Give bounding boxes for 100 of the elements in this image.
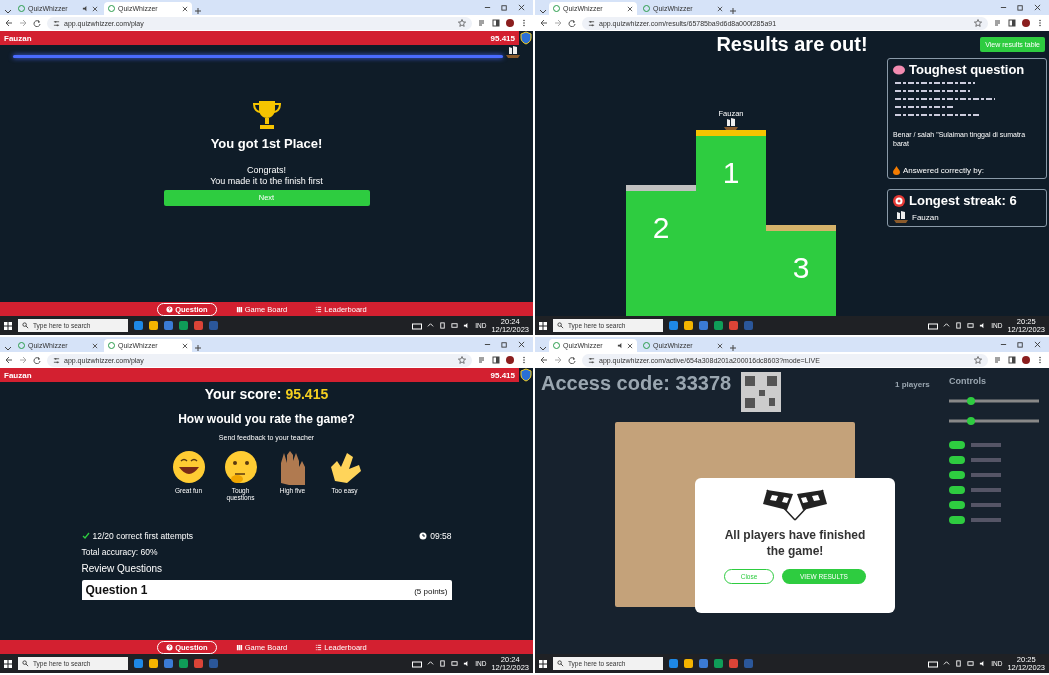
minimize-icon[interactable] — [1000, 4, 1007, 11]
windows-start-icon[interactable] — [4, 321, 12, 330]
close-icon[interactable] — [627, 342, 633, 349]
restore-icon[interactable] — [501, 341, 508, 348]
close-icon[interactable] — [717, 342, 723, 349]
sidebar-icon[interactable] — [1008, 356, 1016, 364]
back-icon[interactable] — [5, 19, 13, 27]
star-icon[interactable] — [974, 356, 982, 364]
podium-block: 2 — [626, 191, 696, 316]
battery-icon[interactable] — [955, 322, 963, 329]
list-icon — [315, 305, 323, 313]
ship-icon — [893, 211, 909, 224]
media-icon[interactable] — [478, 356, 486, 364]
profile-avatar[interactable] — [1022, 356, 1030, 364]
star-icon[interactable] — [974, 19, 982, 27]
restore-icon[interactable] — [501, 4, 508, 11]
reload-icon[interactable] — [33, 356, 41, 364]
close-icon[interactable] — [182, 342, 188, 349]
question-title: Question 1 — [85, 583, 148, 597]
reload-icon[interactable] — [568, 356, 576, 364]
site-settings-icon — [588, 356, 595, 364]
keyboard-icon[interactable] — [928, 659, 939, 668]
back-icon[interactable] — [540, 19, 548, 27]
close-icon[interactable] — [1034, 341, 1041, 348]
close-icon[interactable] — [717, 5, 723, 12]
restore-icon[interactable] — [1017, 341, 1024, 348]
profile-avatar[interactable] — [1022, 19, 1030, 27]
reload-icon[interactable] — [568, 19, 576, 27]
new-tab-icon[interactable] — [729, 7, 737, 15]
profile-avatar[interactable] — [506, 356, 514, 364]
windows-start-icon[interactable] — [539, 321, 547, 330]
minimize-icon[interactable] — [1000, 341, 1007, 348]
new-tab-icon[interactable] — [194, 344, 202, 352]
tab-list-icon[interactable] — [539, 7, 547, 15]
star-icon[interactable] — [458, 356, 466, 364]
media-icon[interactable] — [478, 19, 486, 27]
close-icon[interactable] — [92, 342, 98, 349]
place-heading: You got 1st Place! — [210, 136, 323, 151]
finish-message: You made it to the finish first — [210, 175, 323, 187]
access-code-text: Access code: 33378 — [541, 372, 732, 395]
close-icon[interactable] — [518, 4, 525, 11]
player-score: 95.415 — [490, 370, 515, 380]
network-icon[interactable] — [451, 322, 459, 329]
battery-icon[interactable] — [439, 322, 447, 329]
keyboard-icon[interactable] — [928, 321, 939, 330]
chevron-up-icon[interactable] — [943, 322, 951, 329]
media-icon[interactable] — [994, 356, 1002, 364]
new-tab-icon[interactable] — [194, 7, 202, 15]
board-icon — [235, 305, 243, 313]
site-settings-icon — [588, 19, 595, 27]
keyboard-icon[interactable] — [412, 321, 423, 330]
check-icon — [81, 532, 90, 540]
sidebar-icon[interactable] — [1008, 19, 1016, 27]
card-title: Longest streak: 6 — [909, 193, 1017, 209]
windows-start-icon[interactable] — [4, 659, 12, 668]
tab-list-icon[interactable] — [4, 344, 12, 352]
back-icon[interactable] — [540, 356, 548, 364]
chevron-up-icon[interactable] — [427, 660, 435, 667]
new-tab-icon[interactable] — [729, 344, 737, 352]
windows-start-icon[interactable] — [539, 659, 547, 668]
battery-icon[interactable] — [439, 660, 447, 667]
sidebar-icon[interactable] — [492, 356, 500, 364]
target-icon — [893, 194, 905, 207]
close-icon[interactable] — [518, 341, 525, 348]
network-icon[interactable] — [967, 660, 975, 667]
network-icon[interactable] — [967, 322, 975, 329]
player-name: Fauzan — [4, 33, 32, 43]
chevron-up-icon[interactable] — [943, 660, 951, 667]
battery-icon[interactable] — [955, 660, 963, 667]
profile-avatar[interactable] — [506, 19, 514, 27]
sidebar-icon[interactable] — [492, 19, 500, 27]
more-icon[interactable] — [1036, 19, 1044, 27]
list-icon — [315, 643, 323, 651]
close-icon[interactable] — [1034, 4, 1041, 11]
board-icon — [235, 643, 243, 651]
media-icon[interactable] — [994, 19, 1002, 27]
tab-list-icon[interactable] — [4, 7, 12, 15]
close-icon[interactable] — [182, 5, 188, 12]
qr-code-drawing — [741, 372, 782, 412]
chevron-up-icon[interactable] — [427, 322, 435, 329]
congrats-text: Congrats! — [245, 165, 287, 176]
more-icon[interactable] — [1036, 356, 1044, 364]
network-icon[interactable] — [451, 660, 459, 667]
minimize-icon[interactable] — [484, 4, 491, 11]
tab-list-icon[interactable] — [539, 344, 547, 352]
results-heading: Results are out! — [716, 33, 868, 56]
more-icon[interactable] — [520, 356, 528, 364]
back-icon[interactable] — [5, 356, 13, 364]
reload-icon[interactable] — [33, 19, 41, 27]
keyboard-icon[interactable] — [412, 659, 423, 668]
time-text: 09:58 — [430, 531, 452, 541]
controls-heading: Controls — [949, 376, 987, 386]
grinning-face-icon — [170, 449, 207, 485]
restore-icon[interactable] — [1017, 4, 1024, 11]
minimize-icon[interactable] — [484, 341, 491, 348]
close-icon[interactable] — [92, 5, 98, 12]
close-icon[interactable] — [627, 5, 633, 12]
more-icon[interactable] — [520, 19, 528, 27]
site-settings-icon — [53, 356, 60, 364]
star-icon[interactable] — [458, 19, 466, 27]
